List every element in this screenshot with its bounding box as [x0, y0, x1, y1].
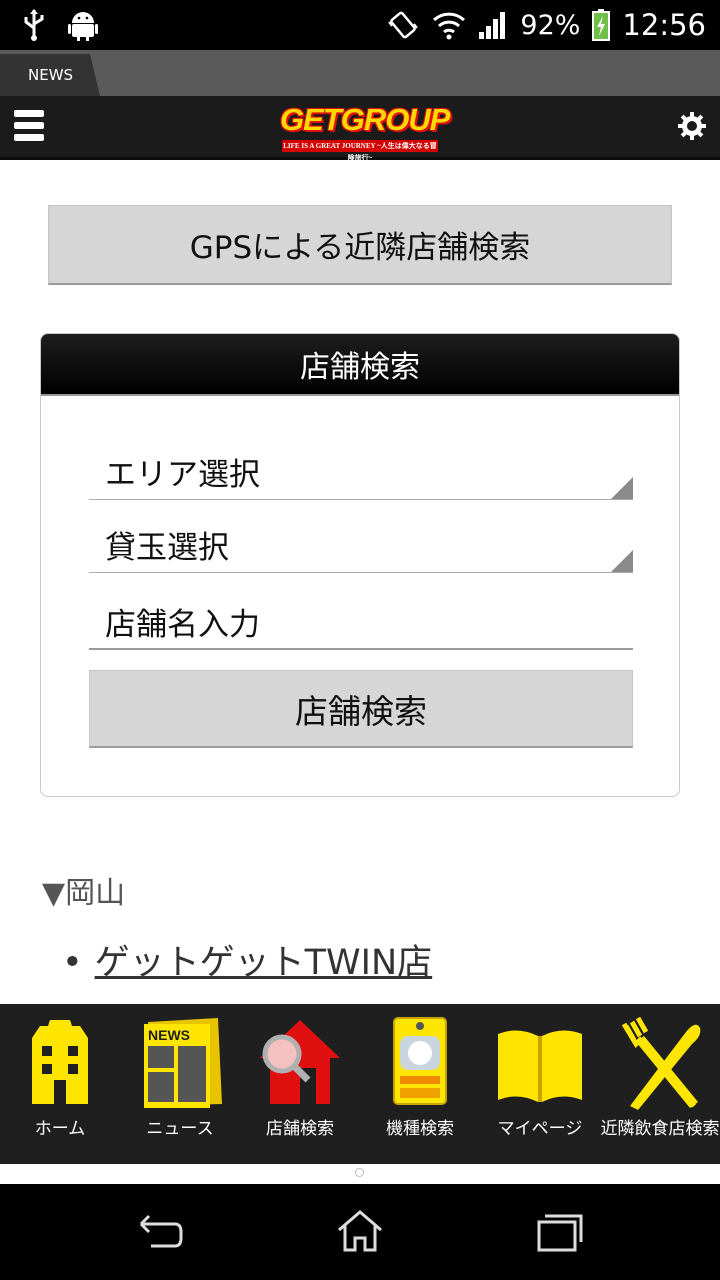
home-building-icon — [32, 1020, 88, 1104]
ball-select-label: 貸玉選択 — [105, 530, 229, 566]
tab-bar: NEWS — [0, 50, 720, 96]
nav-store-search[interactable]: 店舗検索 — [240, 1004, 360, 1164]
usb-icon — [24, 9, 44, 41]
region-heading: ▼岡山 — [42, 876, 126, 911]
dropdown-corner-icon — [611, 477, 633, 499]
ball-select[interactable]: 貸玉選択 — [89, 517, 633, 573]
area-select-label: エリア選択 — [105, 457, 260, 493]
signal-icon — [479, 12, 506, 39]
nav-label: 機種検索 — [386, 1119, 454, 1139]
bottom-nav: ホーム NEWS ニュース 店舗検索 機種検索 マイページ 近隣飲食店検索 — [0, 1004, 720, 1164]
page-dot — [355, 1168, 364, 1177]
page-indicator — [0, 1164, 720, 1184]
open-book-icon — [498, 1030, 582, 1102]
fork-knife-icon — [621, 1016, 701, 1110]
newspaper-icon: NEWS — [144, 1018, 222, 1108]
battery-charging-icon — [592, 9, 611, 41]
gear-icon[interactable] — [678, 112, 706, 140]
svg-text:NEWS: NEWS — [148, 1027, 190, 1043]
vibrate-icon — [388, 11, 419, 39]
logo-tagline: LIFE IS A GREAT JOURNEY ~人生は偉大なる冒険旅行~ — [282, 140, 438, 162]
home-icon[interactable] — [335, 1208, 385, 1254]
clock: 12:56 — [622, 8, 706, 42]
nav-home[interactable]: ホーム — [0, 1004, 120, 1164]
store-search-icon — [260, 1020, 340, 1104]
nav-label: ホーム — [34, 1119, 86, 1139]
dropdown-corner-icon — [611, 550, 633, 572]
nav-nearby-restaurants[interactable]: 近隣飲食店検索 — [600, 1004, 720, 1164]
wifi-icon — [433, 12, 466, 40]
panel-title: 店舗検索 — [41, 334, 679, 396]
nav-machine-search[interactable]: 機種検索 — [360, 1004, 480, 1164]
menu-icon[interactable] — [14, 110, 44, 144]
android-icon — [68, 12, 98, 41]
store-name-placeholder: 店舗名入力 — [105, 606, 260, 643]
store-search-button[interactable]: 店舗検索 — [89, 670, 633, 748]
nav-label: ニュース — [146, 1119, 214, 1139]
bullet: • — [62, 943, 83, 983]
pachinko-machine-icon — [393, 1017, 447, 1105]
tab-news[interactable]: NEWS — [0, 54, 100, 96]
system-nav-bar — [0, 1184, 720, 1280]
nav-label: マイページ — [497, 1119, 583, 1139]
nav-mypage[interactable]: マイページ — [480, 1004, 600, 1164]
store-link[interactable]: ゲットゲットTWIN店 — [95, 943, 433, 983]
nav-label: 近隣飲食店検索 — [600, 1119, 720, 1139]
recents-icon[interactable] — [535, 1208, 585, 1254]
store-search-panel: 店舗検索 エリア選択 貸玉選択 店舗名入力 店舗検索 — [40, 333, 680, 797]
app-header: GETGROUP LIFE IS A GREAT JOURNEY ~人生は偉大な… — [0, 96, 720, 162]
area-select[interactable]: エリア選択 — [89, 444, 633, 500]
getgroup-logo: GETGROUP LIFE IS A GREAT JOURNEY ~人生は偉大な… — [280, 102, 450, 162]
gps-search-button[interactable]: GPSによる近隣店舗検索 — [48, 205, 672, 285]
status-bar: 92% 12:56 — [0, 0, 720, 50]
nav-label: 店舗検索 — [266, 1119, 334, 1139]
list-item: • ゲットゲットTWIN店 — [62, 934, 432, 985]
logo-text: GETGROUP — [280, 102, 450, 137]
battery-percent: 92% — [520, 9, 581, 41]
nav-news[interactable]: NEWS ニュース — [120, 1004, 240, 1164]
store-name-input[interactable]: 店舗名入力 — [89, 594, 633, 650]
back-icon[interactable] — [135, 1208, 185, 1254]
